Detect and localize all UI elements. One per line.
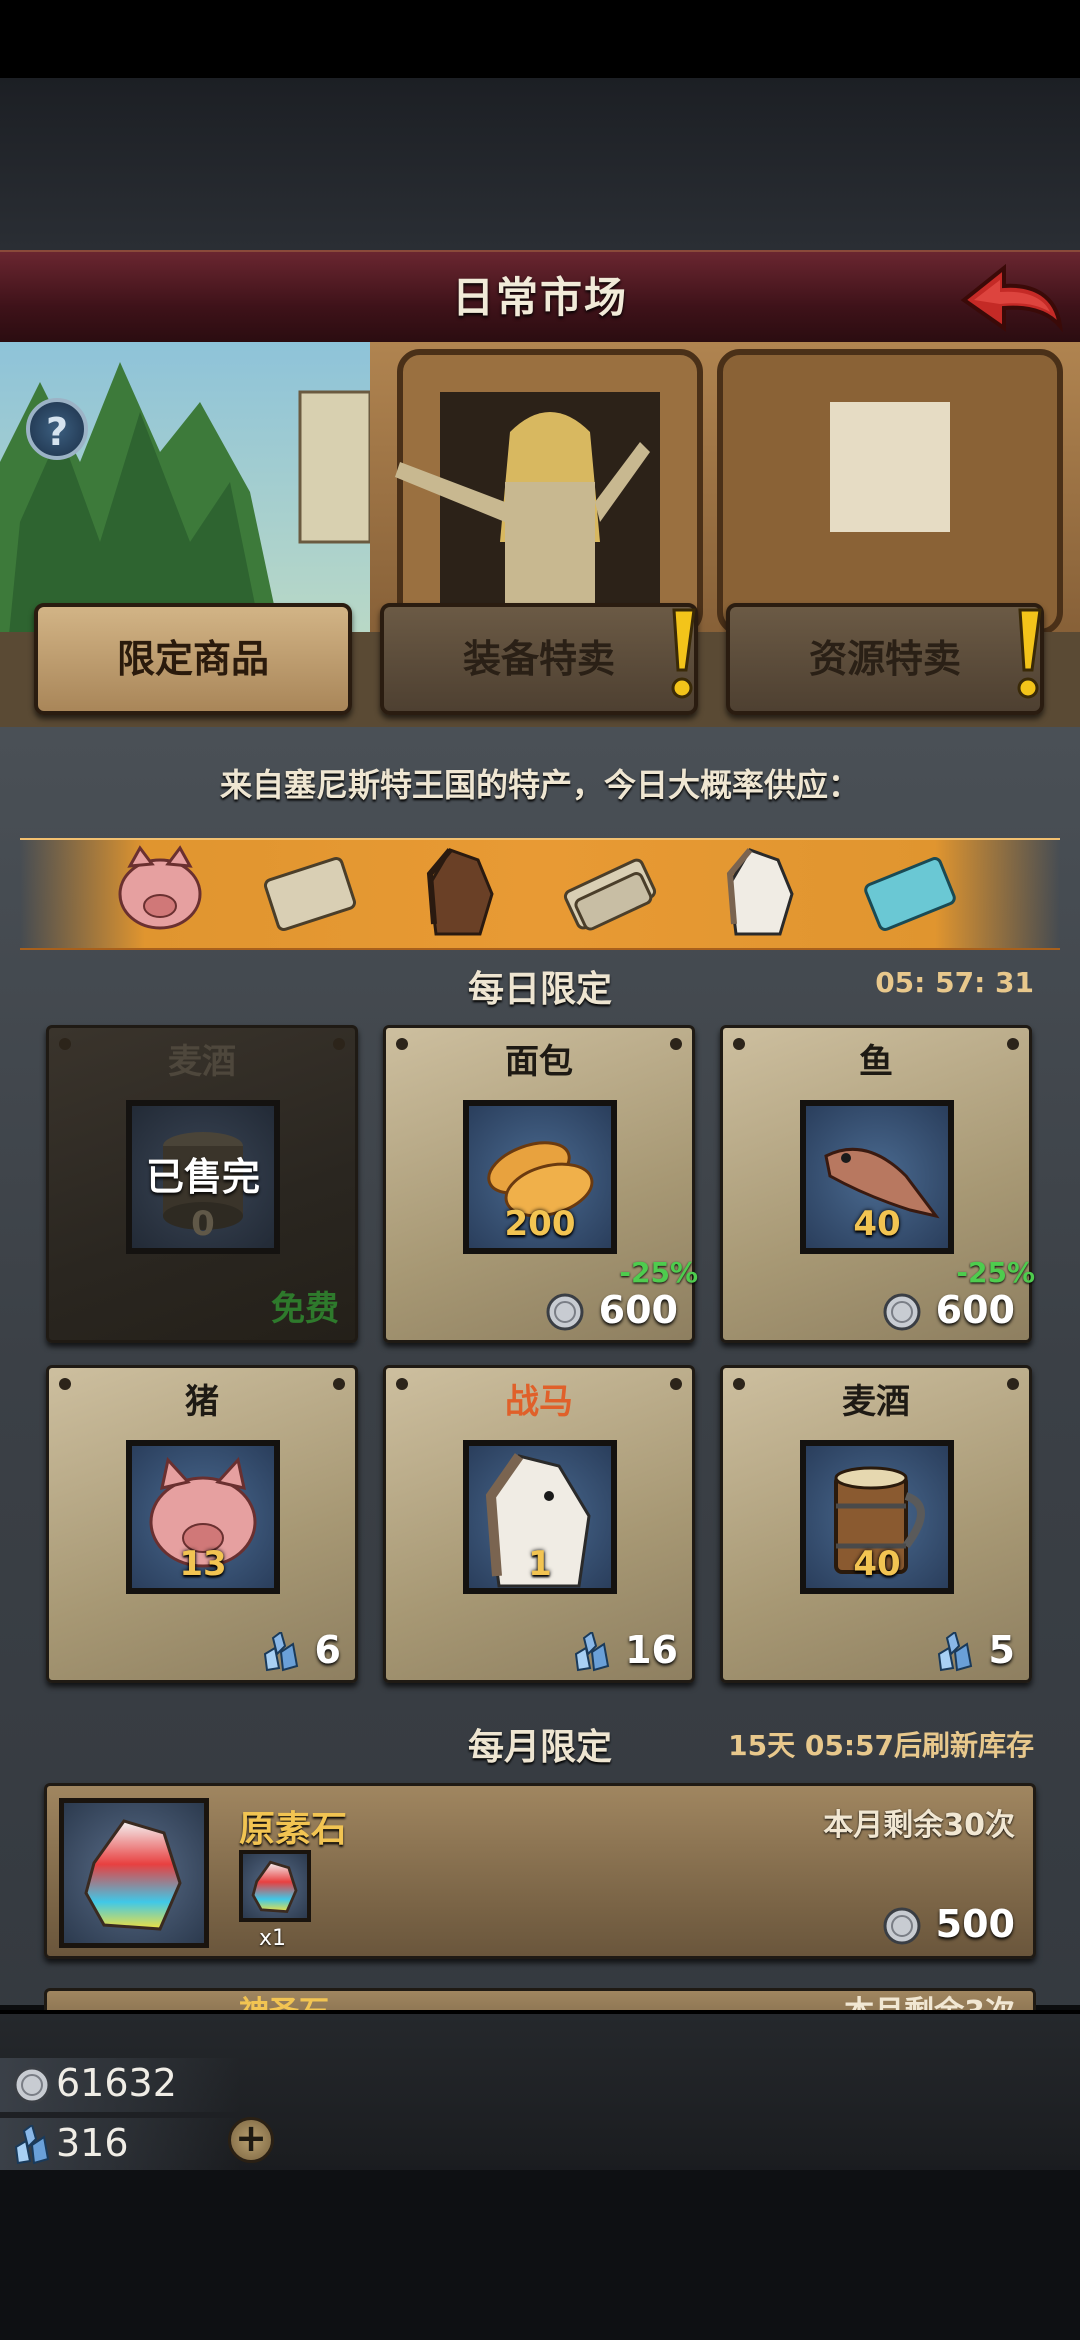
item-name: 麦酒 — [168, 1042, 236, 1082]
item-name: 鱼 — [859, 1042, 893, 1082]
daily-item-war-horse[interactable]: 战马 1 16 — [383, 1365, 695, 1683]
help-button[interactable]: ? — [26, 398, 88, 460]
crystal-balance: 316 — [0, 2118, 240, 2172]
silver-coin-icon — [883, 1293, 921, 1331]
monthly-refresh-timer: 15天 05:57后刷新库存 — [728, 1729, 1034, 1762]
reward-quantity: x1 — [259, 1926, 287, 1951]
item-price: 600 — [882, 1288, 1015, 1333]
silver-coin-icon — [883, 1907, 921, 1945]
item-quantity: 40 — [853, 1544, 901, 1584]
item-quantity: 13 — [179, 1544, 227, 1584]
price-value: 16 — [625, 1627, 678, 1672]
item-price: 500 — [882, 1902, 1015, 1947]
item-name: 麦酒 — [842, 1382, 910, 1422]
title-bar: 日常市场 — [0, 250, 1080, 347]
item-quantity: 200 — [504, 1204, 576, 1244]
daily-item-pig[interactable]: 猪 13 6 — [46, 1365, 358, 1683]
promo-text: 来自塞尼斯特王国的特产，今日大概率供应： — [219, 766, 860, 804]
white-horse-icon — [726, 848, 794, 936]
scroll-icon — [263, 856, 357, 932]
element-stone-icon — [59, 1798, 209, 1948]
item-name: 战马 — [505, 1382, 573, 1422]
scrolls-icon — [563, 858, 657, 931]
price-value: 600 — [935, 1287, 1015, 1332]
element-stone-icon — [239, 1850, 311, 1922]
monthly-item-element-stone[interactable]: 原素石 本月剩余30次 x1 500 — [44, 1783, 1036, 1959]
item-quantity: 40 — [853, 1204, 901, 1244]
crystal-icon — [938, 1632, 973, 1672]
silver-amount: 61632 — [56, 2061, 177, 2105]
crystal-amount: 316 — [56, 2121, 129, 2165]
supply-strip — [20, 838, 1060, 950]
cloth-icon — [864, 857, 956, 931]
daily-item-fish[interactable]: 鱼 40 -25% 600 — [720, 1025, 1035, 1343]
add-crystals-button[interactable]: + — [228, 2117, 274, 2163]
monthly-section-header: 每月限定 15天 05:57后刷新库存 — [40, 1712, 1040, 1770]
silver-balance: 61632 — [0, 2058, 240, 2112]
item-quantity: 1 — [528, 1544, 552, 1584]
price-value: 5 — [988, 1627, 1015, 1672]
pig-icon: 13 — [126, 1440, 280, 1594]
silver-coin-icon — [13, 2066, 51, 2104]
alert-icon — [1017, 608, 1042, 699]
daily-timer: 05: 57: 31 — [875, 966, 1034, 999]
upper-background — [0, 78, 1080, 250]
page-title: 日常市场 — [451, 273, 628, 322]
discount-label: -25% — [956, 1256, 1035, 1289]
daily-item-bread[interactable]: 面包 200 -25% 600 — [383, 1025, 698, 1343]
fish-icon: 40 — [800, 1100, 954, 1254]
daily-item-ale-sold-out[interactable]: 麦酒 已售完 0 免费 — [46, 1025, 358, 1343]
tab-limited-goods[interactable]: 限定商品 — [34, 603, 352, 715]
crystal-icon — [574, 1632, 610, 1672]
discount-label: -25% — [619, 1256, 698, 1289]
pig-icon — [118, 845, 202, 930]
ale-mug-icon: 40 — [800, 1440, 954, 1594]
item-name: 面包 — [505, 1042, 573, 1082]
bottom-area — [0, 2170, 1080, 2340]
item-price: 16 — [572, 1628, 678, 1673]
free-label: 免费 — [271, 1289, 339, 1329]
remaining-count: 本月剩余30次 — [823, 1808, 1015, 1843]
crystal-icon — [14, 2125, 50, 2165]
item-price: 600 — [545, 1288, 678, 1333]
item-name: 原素石 — [239, 1809, 348, 1850]
item-price: 6 — [261, 1628, 341, 1673]
item-name: 猪 — [185, 1382, 219, 1422]
silver-coin-icon — [546, 1293, 584, 1331]
sold-out-label: 已售完 — [145, 1155, 260, 1199]
item-price: 5 — [935, 1628, 1015, 1673]
item-quantity: 0 — [191, 1204, 215, 1244]
tab-resource-sale[interactable]: 资源特卖 — [726, 603, 1044, 715]
status-bar — [0, 0, 1080, 78]
war-horse-icon: 1 — [463, 1440, 617, 1594]
daily-item-ale[interactable]: 麦酒 40 5 — [720, 1365, 1032, 1683]
alert-icon — [671, 608, 696, 699]
war-horse-icon — [426, 848, 494, 936]
price-value: 500 — [935, 1901, 1015, 1946]
tab-equipment-sale[interactable]: 装备特卖 — [380, 603, 698, 715]
ale-barrel-icon: 已售完 0 — [126, 1100, 280, 1254]
price-value: 6 — [314, 1627, 341, 1672]
back-arrow-icon[interactable] — [956, 260, 1066, 336]
crystal-icon — [264, 1632, 299, 1672]
price-value: 600 — [598, 1287, 678, 1332]
wallet-bar: 61632 316 — [0, 2010, 1080, 2174]
daily-section-header: 每日限定 05: 57: 31 — [40, 954, 1040, 1012]
bread-icon: 200 — [463, 1100, 617, 1254]
